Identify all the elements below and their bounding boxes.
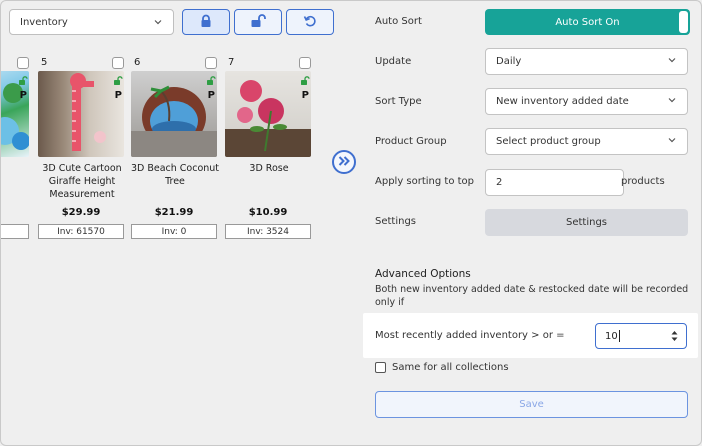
apply-top-input[interactable]: 2 <box>485 169 624 196</box>
unlock-icon <box>300 76 310 86</box>
product-image <box>131 71 217 157</box>
advanced-options-description: Both new inventory added date & restocke… <box>375 284 689 308</box>
unlock-icon <box>18 76 28 86</box>
undo-icon <box>303 14 317 31</box>
product-name: 3D Rose <box>249 163 289 174</box>
apply-top-value: 2 <box>496 177 503 188</box>
save-button-label: Save <box>519 399 544 410</box>
settings-button[interactable]: Settings <box>485 209 688 236</box>
chevron-down-icon <box>667 95 677 108</box>
unlock-icon <box>113 76 123 86</box>
advanced-options-title: Advanced Options <box>375 268 471 280</box>
text-cursor <box>618 330 620 342</box>
product-price: $29.99 <box>61 207 101 218</box>
inventory-filter-value: Inventory <box>20 16 68 28</box>
product-select-checkbox[interactable] <box>17 57 29 69</box>
settings-button-label: Settings <box>565 217 607 228</box>
lock-icon <box>199 14 213 31</box>
unlock-icon <box>206 76 216 86</box>
product-price: $10.99 <box>248 207 288 218</box>
app-frame: Inventory P 5 P 3D Cute Cartoon Giraffe … <box>0 0 702 446</box>
apply-top-label: Apply sorting to top <box>375 176 475 187</box>
product-name: the <box>1 162 35 175</box>
same-for-all-checkbox-row[interactable]: Same for all collections <box>375 362 509 373</box>
auto-sort-toggle[interactable]: Auto Sort On <box>485 9 690 35</box>
recent-inventory-input[interactable]: 10 <box>595 323 687 349</box>
product-group-label: Product Group <box>375 136 447 147</box>
recent-inventory-value: 10 <box>605 330 618 342</box>
unlock-button[interactable] <box>234 9 282 35</box>
lock-button[interactable] <box>182 9 230 35</box>
product-image <box>225 71 311 157</box>
product-image <box>38 71 124 157</box>
sort-type-value: New inventory added date <box>496 96 629 107</box>
product-inventory: Inv: 61570 <box>38 224 124 239</box>
product-inventory: 0 <box>1 224 29 239</box>
product-group-select[interactable]: Select product group <box>485 128 688 155</box>
settings-label: Settings <box>375 216 417 227</box>
product-name: 3D Beach Coconut Tree <box>130 163 220 187</box>
chevron-down-icon <box>667 135 677 148</box>
product-select-checkbox[interactable] <box>112 57 124 69</box>
update-select[interactable]: Daily <box>485 48 688 75</box>
product-price: $21.99 <box>154 207 194 218</box>
product-select-checkbox[interactable] <box>299 57 311 69</box>
product-name: 3D Cute Cartoon Giraffe Height Measureme… <box>42 163 122 200</box>
same-for-all-label: Same for all collections <box>392 362 509 373</box>
next-page-button[interactable] <box>332 150 356 174</box>
sort-type-select[interactable]: New inventory added date <box>485 88 688 115</box>
chevron-down-icon <box>667 55 677 68</box>
product-number: 5 <box>41 57 48 68</box>
recent-inventory-label: Most recently added inventory > or = <box>375 330 565 341</box>
double-chevron-right-icon <box>338 155 350 169</box>
inventory-filter-select[interactable]: Inventory <box>9 9 174 35</box>
product-group-value: Select product group <box>496 136 601 147</box>
product-number: 6 <box>134 57 141 68</box>
apply-top-unit: products <box>621 176 665 187</box>
product-badge-p: P <box>19 90 27 101</box>
toggle-knob <box>679 11 688 33</box>
same-for-all-checkbox[interactable] <box>375 362 386 373</box>
unlock-icon <box>250 13 266 31</box>
product-badge-p: P <box>301 90 309 101</box>
update-value: Daily <box>496 56 522 67</box>
product-number: 7 <box>228 57 235 68</box>
product-inventory: Inv: 3524 <box>225 224 311 239</box>
number-stepper-icon[interactable] <box>671 330 678 342</box>
product-badge-p: P <box>114 90 122 101</box>
chevron-down-icon <box>153 17 163 27</box>
sort-type-label: Sort Type <box>375 96 422 107</box>
product-badge-p: P <box>207 90 215 101</box>
save-button[interactable]: Save <box>375 391 688 418</box>
reset-button[interactable] <box>286 9 334 35</box>
auto-sort-toggle-text: Auto Sort On <box>555 16 620 28</box>
update-label: Update <box>375 56 412 67</box>
product-select-checkbox[interactable] <box>205 57 217 69</box>
auto-sort-label: Auto Sort <box>375 16 422 27</box>
product-inventory: Inv: 0 <box>131 224 217 239</box>
